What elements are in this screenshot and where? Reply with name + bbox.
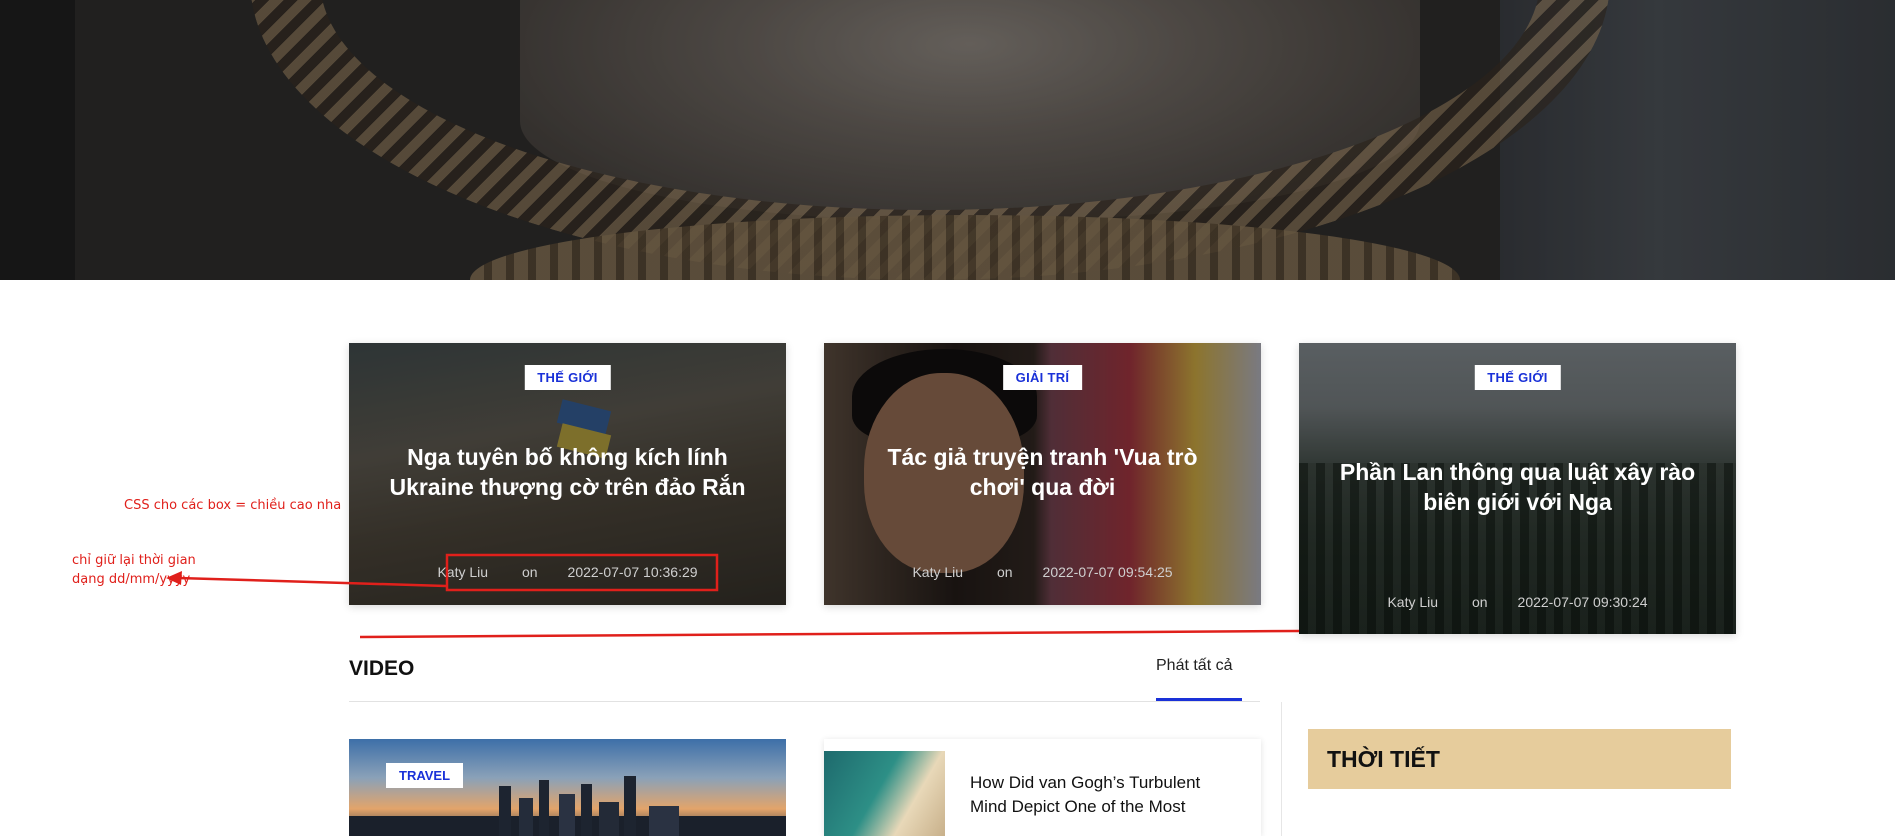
featured-card-3[interactable]: THẾ GIỚI Phần Lan thông qua luật xây rào… [1299,343,1736,634]
column-divider [1281,702,1282,836]
card-title[interactable]: Tác giả truyện tranh 'Vua trò chơi' qua … [864,442,1221,502]
post-datetime: 2022-07-07 09:30:24 [1517,594,1648,610]
annotation-line: chỉ giữ lại thời gian [72,553,196,568]
annotation-height-line [359,629,1300,639]
featured-card-1[interactable]: THẾ GIỚI Nga tuyên bố không kích lính Uk… [349,343,786,605]
play-all-link[interactable]: Phát tất cả [1156,657,1233,675]
card-title[interactable]: Nga tuyên bố không kích lính Ukraine thư… [389,442,746,502]
video-list-item[interactable]: How Did van Gogh’s Turbulent Mind Depict… [824,739,1261,836]
category-tag[interactable]: GIẢI TRÍ [1002,365,1083,390]
annotation-time-format: chỉ giữ lại thời gian dạng dd/mm/yyyy [72,551,196,589]
post-datetime: 2022-07-07 09:54:25 [1042,564,1173,580]
video-thumbnail[interactable] [824,751,945,836]
card-meta: Katy Liu on 2022-07-07 09:30:24 [1299,594,1736,610]
section-title-video: VIDEO [349,657,415,680]
annotation-line: dạng dd/mm/yyyy [72,572,191,587]
featured-card-2[interactable]: GIẢI TRÍ Tác giả truyện tranh 'Vua trò c… [824,343,1261,605]
annotation-box-height: CSS cho các box = chiều cao nha [124,498,342,513]
video-title[interactable]: How Did van Gogh’s Turbulent Mind Depict… [970,771,1240,819]
weather-title: THỜI TIẾT [1327,746,1440,772]
category-tag[interactable]: TRAVEL [386,763,464,788]
card-meta: Katy Liu on 2022-07-07 10:36:29 [349,564,786,580]
category-tag[interactable]: THẾ GIỚI [1474,365,1561,390]
card-meta: Katy Liu on 2022-07-07 09:54:25 [824,564,1261,580]
video-main-card[interactable]: TRAVEL [349,739,786,836]
hero-overlay [0,0,1895,280]
section-divider [349,701,1260,702]
hero-image [0,0,1895,280]
author-name[interactable]: Katy Liu on [437,564,537,580]
weather-widget-header: THỜI TIẾT [1308,729,1731,789]
card-title[interactable]: Phần Lan thông qua luật xây rào biên giớ… [1339,457,1696,517]
category-tag[interactable]: THẾ GIỚI [524,365,611,390]
post-datetime: 2022-07-07 10:36:29 [567,564,698,580]
author-name[interactable]: Katy Liu on [912,564,1012,580]
author-name[interactable]: Katy Liu on [1387,594,1487,610]
